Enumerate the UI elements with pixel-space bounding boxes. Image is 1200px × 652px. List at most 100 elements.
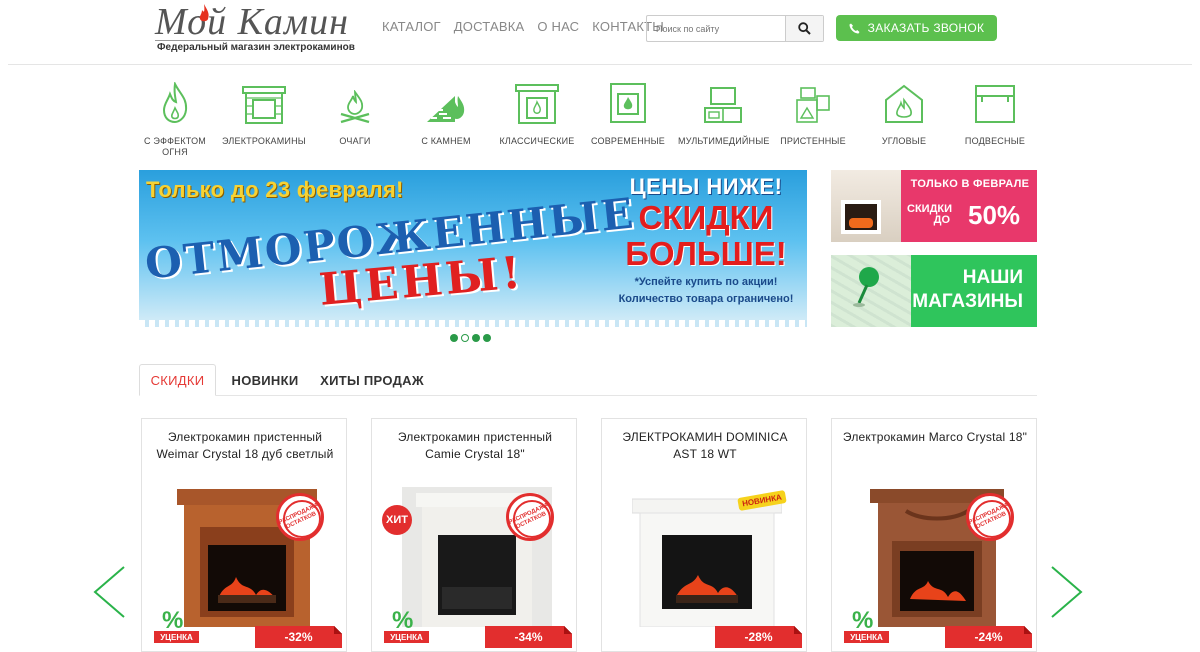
fireplace-image xyxy=(831,170,901,242)
category-label: МУЛЬТИМЕДИЙНЫЕ xyxy=(678,136,770,146)
classic-fireplace-icon xyxy=(515,84,559,124)
logo-title: Мой Камин xyxy=(155,1,349,43)
category-hearths[interactable]: ОЧАГИ xyxy=(310,80,400,147)
clearance-label: РАСПРОДАЖА ОСТАТКОВ xyxy=(278,502,320,531)
clearance-stamp: РАСПРОДАЖА ОСТАТКОВ xyxy=(276,493,324,541)
category-label: ПРИСТЕННЫЕ xyxy=(780,136,846,146)
banner-prices-lower: ЦЕНЫ НИЖЕ! xyxy=(629,174,783,199)
discount-tag: -28% xyxy=(715,626,802,648)
category-label: С КАМНЕМ xyxy=(421,136,471,146)
search-box xyxy=(646,15,824,42)
product-card[interactable]: Электрокамин Marco Crystal 18" РАСПРОДАЖ… xyxy=(831,418,1037,652)
category-label: УГЛОВЫЕ xyxy=(881,136,927,146)
clearance-label: РАСПРОДАЖА ОСТАТКОВ xyxy=(508,502,550,531)
promo-percent: 50% xyxy=(968,200,1021,230)
markdown-badge: % УЦЕНКА xyxy=(154,607,199,649)
logo-flame-icon xyxy=(199,4,209,22)
banner-icicles xyxy=(139,320,807,327)
multimedia-fireplace-icon xyxy=(704,87,742,123)
search-button[interactable] xyxy=(785,16,823,41)
clearance-stamp: РАСПРОДАЖА ОСТАТКОВ xyxy=(506,493,554,541)
our-stores-banner[interactable]: НАШИ МАГАЗИНЫ xyxy=(831,255,1037,327)
banner-offer: ЦЕНЫ НИЖЕ! СКИДКИ БОЛЬШЕ! *Успейте купит… xyxy=(611,174,801,306)
category-multimedia[interactable]: МУЛЬТИМЕДИЙНЫЕ xyxy=(678,80,770,147)
slider-dot[interactable] xyxy=(483,334,491,342)
promo-upto-label: ДО xyxy=(933,214,951,226)
slider-dot-active[interactable] xyxy=(461,334,469,342)
nav-about[interactable]: О НАС xyxy=(537,19,579,34)
product-title[interactable]: ЭЛЕКТРОКАМИН DOMINICA AST 18 WT xyxy=(602,429,806,463)
logo[interactable]: Мой Камин Федеральный магазин электрокам… xyxy=(155,2,355,57)
corner-fireplace-icon xyxy=(885,84,923,123)
category-stone[interactable]: С КАМНЕМ xyxy=(401,80,491,147)
category-label: СОВРЕМЕННЫЕ xyxy=(591,136,665,146)
flame-icon xyxy=(162,82,188,124)
category-label: ЭЛЕКТРОКАМИНЫ xyxy=(222,136,306,146)
category-classic[interactable]: КЛАССИЧЕСКИЕ xyxy=(492,80,582,147)
slider-dot[interactable] xyxy=(450,334,458,342)
nav-catalog[interactable]: КАТАЛОГ xyxy=(382,19,441,34)
markdown-badge: % УЦЕНКА xyxy=(384,607,429,649)
product-card[interactable]: ЭЛЕКТРОКАМИН DOMINICA AST 18 WT НОВИНКА … xyxy=(601,418,807,652)
stores-line-1: НАШИ xyxy=(962,267,1023,288)
map-image xyxy=(831,255,911,327)
category-label: С ЭФФЕКТОМ ОГНЯ xyxy=(144,136,206,157)
header-divider xyxy=(8,64,1192,65)
category-corner[interactable]: УГЛОВЫЕ xyxy=(859,80,949,147)
markdown-label: УЦЕНКА xyxy=(154,631,199,643)
stone-fireplace-icon xyxy=(427,96,465,122)
nav-delivery[interactable]: ДОСТАВКА xyxy=(454,19,525,34)
product-card[interactable]: Электрокамин пристенный Camie Crystal 18… xyxy=(371,418,577,652)
order-call-button[interactable]: ЗАКАЗАТЬ ЗВОНОК xyxy=(836,15,997,41)
main-promo-banner[interactable]: Только до 23 февраля! ОТМОРОЖЕННЫЕ ЦЕНЫ!… xyxy=(139,170,807,327)
tab-discounts[interactable]: СКИДКИ xyxy=(139,364,216,396)
markdown-badge: % УЦЕНКА xyxy=(844,607,889,649)
stores-text: НАШИ МАГАЗИНЫ xyxy=(912,266,1023,314)
slider-dot[interactable] xyxy=(472,334,480,342)
product-title[interactable]: Электрокамин пристенный Weimar Crystal 1… xyxy=(142,429,346,463)
category-modern[interactable]: СОВРЕМЕННЫЕ xyxy=(583,80,673,147)
category-label: КЛАССИЧЕСКИЕ xyxy=(499,136,575,146)
category-hanging[interactable]: ПОДВЕСНЫЕ xyxy=(950,80,1040,147)
category-flame-effect[interactable]: С ЭФФЕКТОМ ОГНЯ xyxy=(130,80,220,158)
banner-until-text: Только до 23 февраля! xyxy=(146,177,404,202)
product-title[interactable]: Электрокамин Marco Crystal 18" xyxy=(832,429,1036,446)
promo-top-text: ТОЛЬКО В ФЕВРАЛЕ xyxy=(910,178,1030,190)
discount-tag: -34% xyxy=(485,626,572,648)
promo-discount-text: СКИДКИ ДО xyxy=(907,204,952,226)
product-title[interactable]: Электрокамин пристенный Camie Crystal 18… xyxy=(372,429,576,463)
category-electric[interactable]: ЭЛЕКТРОКАМИНЫ xyxy=(219,80,309,147)
slider-pagination xyxy=(450,334,491,342)
category-wall[interactable]: ПРИСТЕННЫЕ xyxy=(768,80,858,147)
logo-divider xyxy=(155,40,350,41)
modern-fireplace-icon xyxy=(610,83,646,123)
logo-subtitle: Федеральный магазин электрокаминов xyxy=(157,42,355,53)
banner-hurry-1: *Успейте купить по акции! xyxy=(634,276,778,288)
banner-discounts: СКИДКИ xyxy=(638,199,774,236)
carousel-prev-arrow-icon[interactable] xyxy=(92,565,126,619)
header: Мой Камин Федеральный магазин электрокам… xyxy=(0,0,1200,64)
map-pin-icon xyxy=(853,267,879,307)
stores-line-2: МАГАЗИНЫ xyxy=(912,291,1023,312)
tab-new[interactable]: НОВИНКИ xyxy=(221,364,309,396)
discount-tag: -32% xyxy=(255,626,342,648)
phone-icon xyxy=(849,23,860,33)
banner-hurry-2: Количество товара ограничено! xyxy=(618,293,794,305)
order-call-label: ЗАКАЗАТЬ ЗВОНОК xyxy=(867,21,985,35)
search-icon xyxy=(798,22,811,35)
category-label: ОЧАГИ xyxy=(339,136,371,146)
tab-bestsellers[interactable]: ХИТЫ ПРОДАЖ xyxy=(317,364,427,396)
hit-badge: ХИТ xyxy=(382,505,412,535)
hanging-fireplace-icon xyxy=(975,85,1015,123)
markdown-label: УЦЕНКА xyxy=(384,631,429,643)
discount-tag: -24% xyxy=(945,626,1032,648)
search-input[interactable] xyxy=(647,16,787,41)
category-bar: С ЭФФЕКТОМ ОГНЯ ЭЛЕКТРОКАМИНЫ ОЧАГИ С КА… xyxy=(130,80,1060,160)
category-label: ПОДВЕСНЫЕ xyxy=(964,136,1026,146)
carousel-next-arrow-icon[interactable] xyxy=(1050,565,1084,619)
banner-bigger: БОЛЬШЕ! xyxy=(625,235,787,272)
promo-february-banner[interactable]: ТОЛЬКО В ФЕВРАЛЕ СКИДКИ ДО 50% xyxy=(831,170,1037,242)
hearth-icon xyxy=(340,90,370,124)
product-image xyxy=(632,498,782,627)
product-card[interactable]: Электрокамин пристенный Weimar Crystal 1… xyxy=(141,418,347,652)
